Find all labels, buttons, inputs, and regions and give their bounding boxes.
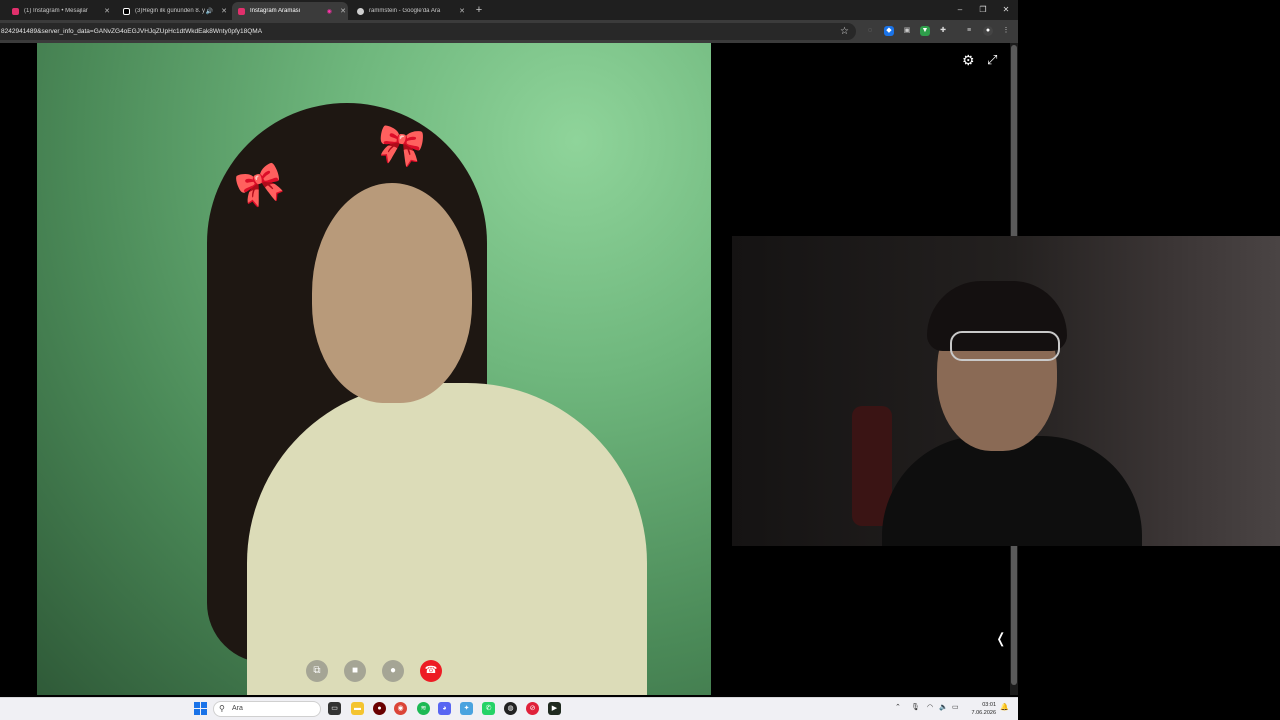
tab-title: (1) Instagram • Mesajlar (24, 8, 88, 14)
speaker-icon[interactable]: 🔊 (206, 8, 213, 15)
tab-instagram-messages[interactable]: (1) Instagram • Mesajlar ✕ (6, 2, 112, 20)
end-call-button[interactable]: ☎ (420, 660, 442, 682)
task-view-icon[interactable]: ▭ (328, 702, 341, 715)
tab-title: Instagram Araması (250, 8, 301, 14)
tab-google-search[interactable]: rammstein - Google'da Ara ✕ (351, 2, 467, 20)
close-window-button[interactable]: ✕ (996, 3, 1016, 17)
bookmark-star-icon[interactable]: ☆ (840, 23, 849, 40)
close-tab-icon[interactable]: ✕ (219, 7, 229, 15)
app-icon[interactable]: ◍ (504, 702, 517, 715)
search-placeholder: Ara (232, 705, 243, 712)
tab-title: rammstein - Google'da Ara (369, 8, 441, 14)
terminal-icon[interactable]: ▶ (548, 702, 561, 715)
recording-icon: ◉ (326, 8, 332, 15)
wifi-icon[interactable]: ◠ (927, 703, 933, 711)
search-icon: ⚲ (219, 704, 225, 713)
tab-strip: (1) Instagram • Mesajlar ✕ (3)Regin ilk … (0, 0, 1018, 20)
camera-button[interactable]: ■ (344, 660, 366, 682)
maximize-button[interactable]: ❐ (973, 3, 993, 17)
notification-icon[interactable]: 🔔 (1000, 703, 1009, 711)
instagram-favicon-icon (12, 7, 19, 15)
chrome-icon[interactable]: ◉ (394, 702, 407, 715)
spotify-icon[interactable]: ≋ (417, 702, 430, 715)
self-video (732, 236, 1280, 546)
tab-tiktok[interactable]: (3)Regin ilk gününden 8. y 🔊 ✕ (117, 2, 229, 20)
close-tab-icon[interactable]: ✕ (102, 7, 112, 15)
bow-filter-icon: 🎀 (373, 122, 428, 172)
microphone-button[interactable]: ● (382, 660, 404, 682)
tiktok-favicon-icon (123, 7, 130, 15)
profile-avatar[interactable]: ● (983, 26, 993, 36)
extension-icon[interactable]: ◌ (865, 26, 875, 36)
puzzle-icon[interactable]: ✚ (938, 26, 948, 36)
new-tab-button[interactable]: + (472, 3, 486, 17)
tab-instagram-call[interactable]: Instagram Araması ◉ ✕ (232, 2, 348, 20)
remote-video: 🎀 🎀 (37, 43, 711, 695)
start-button[interactable] (194, 702, 207, 715)
whatsapp-icon[interactable]: ✆ (482, 702, 495, 715)
minimize-button[interactable]: – (950, 3, 970, 17)
self-person-body (882, 436, 1142, 546)
remote-person-face (312, 183, 472, 403)
chevron-up-icon[interactable]: ⌃ (895, 703, 901, 711)
volume-icon[interactable]: 🔈 (939, 703, 948, 711)
tab-title: (3)Regin ilk gününden 8. y (135, 8, 206, 14)
instagram-favicon-icon (238, 7, 245, 15)
url-field[interactable]: 8242941489&server_info_data=GANvZG4oEGJV… (0, 23, 856, 40)
clock-time: 03:01 (982, 702, 996, 708)
media-icon[interactable]: ≡ (964, 26, 974, 36)
remote-person-body (247, 383, 647, 695)
glasses (950, 331, 1060, 361)
app-icon[interactable]: ✦ (460, 702, 473, 715)
app-icon[interactable]: ● (373, 702, 386, 715)
flip-camera-button[interactable]: ⧉ (306, 660, 328, 682)
file-explorer-icon[interactable]: ▬ (351, 702, 364, 715)
menu-icon[interactable]: ⋮ (1001, 26, 1011, 36)
taskbar-search[interactable]: ⚲ Ara (213, 701, 321, 717)
gear-icon[interactable]: ⚙ (962, 52, 975, 69)
shield-extension-icon[interactable]: ▼ (920, 26, 930, 36)
clock-date: 7.06.2026 (971, 710, 996, 716)
fullscreen-icon[interactable]: ⤢ (987, 52, 997, 68)
extension-icon[interactable]: ◆ (884, 26, 894, 36)
collapse-self-view-icon[interactable]: ❬ (995, 630, 1007, 647)
google-favicon-icon (357, 7, 364, 15)
extension-icon[interactable]: ▣ (902, 26, 912, 36)
close-tab-icon[interactable]: ✕ (338, 7, 348, 15)
battery-icon[interactable]: ▭ (952, 703, 959, 711)
close-tab-icon[interactable]: ✕ (457, 7, 467, 15)
windows-taskbar: ⚲ Ara ▭ ▬ ● ◉ ≋ ◕ ✦ ✆ ◍ ⊘ ▶ ⌃ 🎙 ◠ 🔈 ▭ 03… (0, 697, 1018, 720)
microphone-tray-icon[interactable]: 🎙 (911, 703, 920, 711)
system-clock[interactable]: 03:01 7.06.2026 (970, 701, 996, 717)
discord-icon[interactable]: ◕ (438, 702, 451, 715)
app-icon[interactable]: ⊘ (526, 702, 539, 715)
